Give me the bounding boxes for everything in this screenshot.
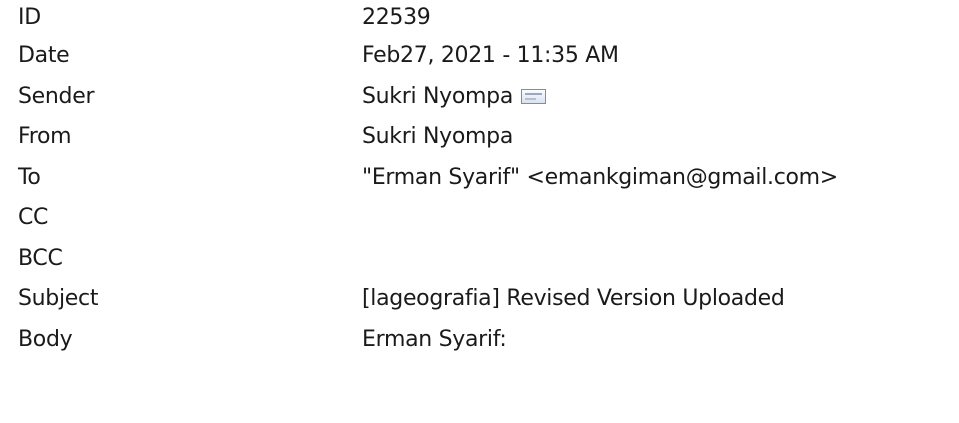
field-label: From [18,124,72,149]
field-value-to: "Erman Syarif" <emankgiman@gmail.com> [362,164,838,190]
field-value-date: Feb27, 2021 - 11:35 AM [362,43,619,68]
envelope-icon[interactable] [521,88,547,104]
field-value-cc [362,198,959,239]
field-value-from: Sukri Nyompa [362,124,514,149]
field-value-sender: Sukri Nyompa [362,83,514,109]
field-label: Date [18,43,70,68]
field-value-subject: [lageografia] Revised Version Uploaded [362,286,785,311]
field-row-subject: Subject [lageografia] Revised Version Up… [18,279,959,320]
field-row-from: From Sukri Nyompa [18,117,959,158]
field-value-id: 22539 [362,5,431,30]
field-label: Body [18,326,73,352]
email-details-table: ID 22539 Date Feb27, 2021 - 11:35 AM Sen… [18,0,959,360]
field-row-sender: Sender Sukri Nyompa [18,77,959,118]
field-row-to: To "Erman Syarif" <emankgiman@gmail.com> [18,158,959,199]
field-label: Subject [18,286,99,311]
field-label: To [18,164,41,190]
field-value-bcc [362,239,959,280]
field-row-body: Body Erman Syarif: [18,320,959,361]
field-value-sender-cell: Sukri Nyompa [362,77,959,118]
field-value-body: Erman Syarif: [362,326,507,352]
field-label: BCC [18,245,63,271]
field-row-bcc: BCC [18,239,959,280]
field-row-cc: CC [18,198,959,239]
field-label: ID [18,5,41,30]
field-row-date: Date Feb27, 2021 - 11:35 AM [18,36,959,77]
field-label: CC [18,205,49,230]
field-row-id: ID 22539 [18,0,959,36]
field-label: Sender [18,83,95,109]
